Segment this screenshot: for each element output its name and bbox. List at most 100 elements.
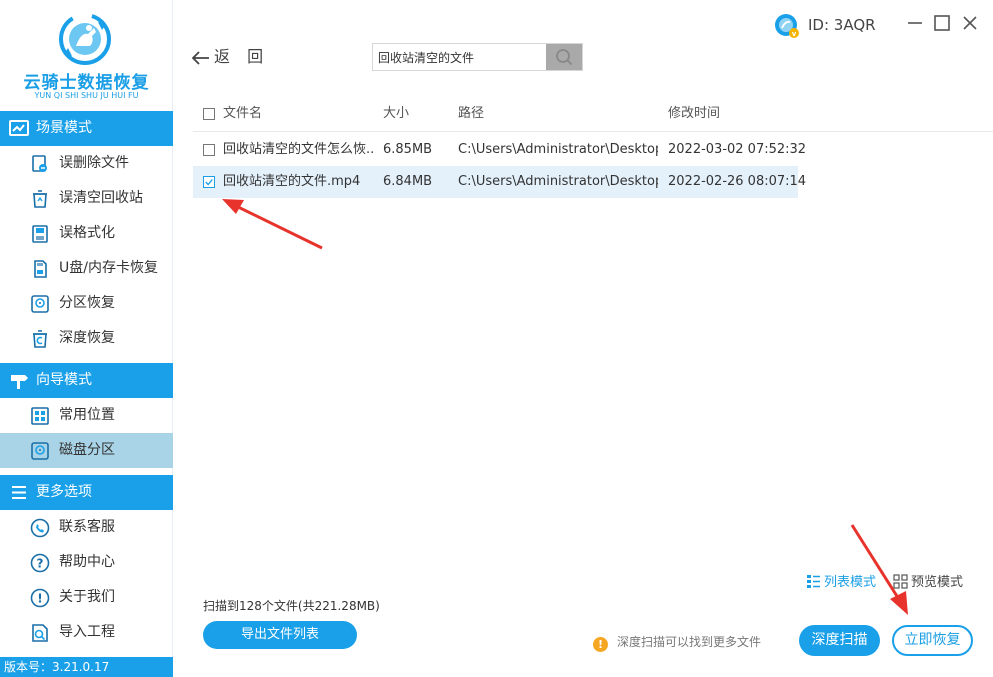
nav-label: 关于我们 — [59, 589, 115, 605]
warning-icon: ! — [593, 637, 608, 652]
minimize-icon[interactable] — [905, 13, 925, 33]
table-header: 文件名 大小 路径 修改时间 — [193, 96, 993, 132]
nav-label: 磁盘分区 — [59, 442, 115, 458]
scene-icon — [9, 120, 29, 136]
export-file-list-button[interactable]: 导出文件列表 — [203, 621, 357, 649]
help-icon: ? — [30, 553, 50, 573]
nav-label: 误删除文件 — [59, 155, 129, 171]
nav-about-us[interactable]: ! 关于我们 — [0, 580, 173, 615]
nav-common-location[interactable]: 常用位置 — [0, 398, 173, 433]
nav-label: 帮助中心 — [59, 554, 115, 570]
menu-icon — [12, 486, 26, 499]
hint-text: 深度扫描可以找到更多文件 — [617, 635, 762, 649]
back-label: 返 回 — [214, 47, 270, 66]
select-all-checkbox[interactable] — [203, 108, 215, 120]
vip-avatar-icon: v — [775, 13, 799, 38]
row-checkbox[interactable] — [203, 176, 215, 188]
nav-deep-recovery[interactable]: 深度恢复 — [0, 321, 173, 356]
column-header-modified[interactable]: 修改时间 — [668, 96, 808, 132]
grid-view-icon — [893, 574, 908, 589]
list-mode-label: 列表模式 — [824, 575, 877, 590]
search-button[interactable] — [546, 44, 582, 70]
section-title: 更多选项 — [36, 484, 92, 500]
search-input[interactable] — [373, 44, 547, 70]
nav-disk-partition[interactable]: 磁盘分区 — [0, 433, 173, 468]
nav-label: 联系客服 — [59, 519, 115, 535]
knight-logo-icon — [59, 13, 111, 65]
nav-partition[interactable]: 分区恢复 — [0, 286, 173, 321]
deep-scan-hint: ! 深度扫描可以找到更多文件 — [593, 633, 761, 652]
file-name: 回收站清空的文件.mp4 — [223, 174, 361, 189]
nav-label: 误格式化 — [59, 225, 115, 241]
back-button[interactable]: 返 回 — [192, 44, 269, 70]
recover-now-button[interactable]: 立即恢复 — [892, 625, 973, 656]
file-size: 6.85MB — [383, 142, 433, 157]
app-logo: 云骑士数据恢复 YUN QI SHI SHU JU HUI FU — [0, 0, 173, 110]
nav-label: U盘/内存卡恢复 — [59, 260, 158, 276]
recycle-bin-icon — [33, 190, 47, 208]
import-icon — [32, 624, 48, 642]
file-path: C:\Users\Administrator\Desktop... — [458, 142, 658, 157]
nav-import-project[interactable]: 导入工程 — [0, 615, 173, 650]
svg-text:?: ? — [37, 557, 44, 571]
maximize-icon[interactable] — [932, 13, 952, 33]
nav-help-center[interactable]: ? 帮助中心 — [0, 545, 173, 580]
nav-label: 常用位置 — [59, 407, 115, 423]
app-window: 云骑士数据恢复 YUN QI SHI SHU JU HUI FU 场景模式 误删… — [0, 0, 993, 677]
scan-summary: 扫描到128个文件(共221.28MB) — [203, 599, 380, 613]
app-name-pinyin: YUN QI SHI SHU JU HUI FU — [34, 91, 139, 100]
red-arrow-annotation — [850, 524, 908, 615]
file-size: 6.84MB — [383, 174, 433, 189]
common-location-icon — [31, 407, 49, 425]
deep-scan-button[interactable]: 深度扫描 — [799, 625, 880, 656]
column-header-name[interactable]: 文件名 — [223, 96, 373, 132]
nav-label: 误清空回收站 — [59, 190, 143, 206]
section-wizard-mode[interactable]: 向导模式 — [0, 363, 173, 398]
usb-card-icon — [34, 260, 47, 278]
phone-icon — [30, 518, 50, 538]
preview-mode-label: 预览模式 — [911, 575, 964, 590]
nav-format[interactable]: 误格式化 — [0, 216, 173, 251]
version-label: 版本号：3.21.0.17 — [0, 657, 173, 677]
file-name: 回收站清空的文件怎么恢... — [223, 142, 373, 157]
nav-label: 深度恢复 — [59, 330, 115, 346]
list-mode-toggle[interactable]: 列表模式 — [806, 574, 876, 592]
row-checkbox[interactable] — [203, 144, 215, 156]
section-scene-mode[interactable]: 场景模式 — [0, 111, 173, 146]
close-icon[interactable] — [960, 13, 980, 33]
file-modified: 2022-03-02 07:52:32 — [668, 142, 807, 157]
format-icon — [32, 225, 48, 243]
deep-recovery-icon — [33, 330, 47, 348]
partition-icon — [31, 295, 49, 313]
arrow-left-icon — [192, 50, 209, 65]
table-row[interactable]: 回收站清空的文件.mp4 6.84MB C:\Users\Administrat… — [193, 166, 806, 198]
preview-mode-toggle[interactable]: 预览模式 — [893, 574, 963, 592]
checkmark-icon — [205, 179, 213, 186]
deleted-file-icon — [32, 155, 47, 172]
user-id-label: ID: 3AQR — [808, 16, 876, 34]
red-arrow-annotation — [222, 199, 323, 250]
user-id[interactable]: v ID: 3AQR — [774, 12, 876, 38]
file-table: 文件名 大小 路径 修改时间 回收站清空的文件怎么恢... 6.85MB C:\… — [193, 96, 993, 198]
search-box — [372, 43, 583, 71]
nav-usb-card[interactable]: U盘/内存卡恢复 — [0, 251, 173, 286]
svg-text:!: ! — [37, 592, 42, 606]
nav-deleted-files[interactable]: 误删除文件 — [0, 146, 173, 181]
file-modified: 2022-02-26 08:07:14 — [668, 174, 807, 189]
section-title: 场景模式 — [36, 120, 92, 136]
search-icon — [556, 49, 573, 66]
section-title: 向导模式 — [36, 372, 92, 388]
file-path: C:\Users\Administrator\Desktop — [458, 174, 658, 189]
table-row[interactable]: 回收站清空的文件怎么恢... 6.85MB C:\Users\Administr… — [193, 134, 993, 166]
nav-label: 导入工程 — [59, 624, 115, 640]
list-view-icon — [807, 575, 820, 588]
section-more-options[interactable]: 更多选项 — [0, 475, 173, 510]
sidebar: 云骑士数据恢复 YUN QI SHI SHU JU HUI FU 场景模式 误删… — [0, 0, 173, 677]
column-header-path[interactable]: 路径 — [458, 96, 658, 132]
nav-contact-support[interactable]: 联系客服 — [0, 510, 173, 545]
signpost-icon — [11, 375, 28, 389]
nav-label: 分区恢复 — [59, 295, 115, 311]
info-icon: ! — [30, 588, 50, 608]
column-header-size[interactable]: 大小 — [383, 96, 453, 132]
nav-recycle-bin[interactable]: 误清空回收站 — [0, 181, 173, 216]
